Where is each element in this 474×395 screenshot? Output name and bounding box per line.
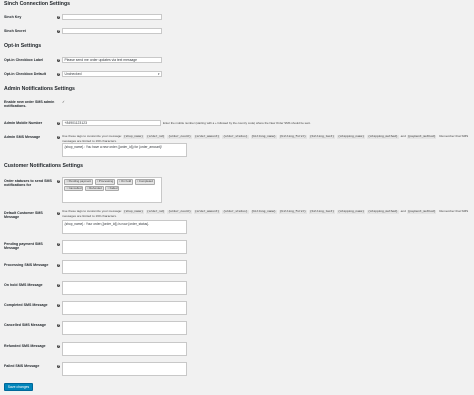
status-chip[interactable]: ×Failed [105,185,120,192]
template-tag: {shipping_name} [337,135,366,139]
help-icon[interactable]: ? [57,121,61,125]
admin-message-label: Admin SMS Message [4,135,41,139]
template-tag: {order_id} [145,210,166,214]
processing-textarea[interactable] [62,260,187,274]
admin-message-help: Use these tags to customize your message… [62,134,470,143]
help-icon[interactable]: ? [57,283,61,287]
optin-label-label: Opt-in Checkbox Label [4,58,44,62]
template-tag: {billing_last} [308,210,336,214]
status-chip-label: On hold [121,179,132,184]
help-icon[interactable]: ? [57,242,61,246]
template-tag: {shipping_method} [367,210,399,214]
optin-label-input[interactable]: Please send me order updates via text me… [62,57,162,63]
completed-textarea[interactable] [62,301,187,315]
save-changes-button[interactable]: Save changes [4,383,33,391]
template-tag: {shop_name} [122,210,144,214]
template-tag: {billing_name} [250,210,277,214]
template-tag: {shop_name} [122,135,144,139]
failed-label: Failed SMS Message [4,364,40,368]
sinch-secret-label: Sinch Secret [4,29,26,33]
status-chip-label: Failed [109,185,118,190]
section-title-customer: Customer Notifications Settings [4,163,83,169]
template-tag: {payment_method} [406,210,437,214]
help-icon[interactable]: ? [57,364,61,368]
status-chip[interactable]: ×On hold [116,179,134,185]
template-tag: {order_count} [167,210,192,214]
admin-enable-checkbox[interactable]: ✓ [62,100,65,104]
admin-enable-label: Enable new order SMS admin notifications… [4,100,55,109]
help-icon[interactable]: ? [57,211,61,215]
template-tag: {shipping_method} [367,135,399,139]
help-icon[interactable]: ? [57,263,61,267]
template-tag: {order_amount} [193,210,221,214]
status-chip-label: Pending payment [68,179,92,184]
template-tag: {payment_method} [406,135,437,139]
status-chip[interactable]: ×Completed [134,179,155,185]
section-title-optin: Opt-in Settings [4,43,42,49]
optin-default-value: Unchecked [64,72,82,76]
sinch-key-input[interactable] [62,14,162,20]
status-chip[interactable]: ×Refunded [85,185,104,192]
help-icon[interactable]: ? [57,72,61,76]
help-icon[interactable]: ? [57,29,61,33]
cancelled-textarea[interactable] [62,321,187,335]
template-tag: {shipping_name} [337,210,366,214]
onhold-textarea[interactable] [62,281,187,295]
failed-textarea[interactable] [62,362,187,376]
status-chip-label: Refunded [89,185,102,190]
template-tag: {order_amount} [193,135,221,139]
section-title-admin: Admin Notifications Settings [4,86,75,92]
pending-textarea[interactable] [62,240,187,254]
processing-label: Processing SMS Message [4,263,49,267]
admin-message-tags: {shop_name} {order_id} {order_count} {order… [122,134,439,139]
refunded-label: Refunded SMS Message [4,344,46,348]
onhold-label: On hold SMS Message [4,283,43,287]
optin-default-label: Opt-in Checkbox Default [4,72,46,76]
admin-mobile-input[interactable]: +84901123123 [62,120,161,126]
cancelled-label: Cancelled SMS Message [4,323,46,327]
help-icon[interactable]: ? [57,179,61,183]
help-icon[interactable]: ? [57,344,61,348]
customer-default-help-prefix: Use these tags to customize your message… [62,209,123,213]
sinch-secret-input[interactable] [62,28,162,34]
status-chip[interactable]: ×Cancelled [64,185,84,192]
customer-default-textarea[interactable]: {shop_name} : Your order ({order_id}) is… [62,220,187,234]
admin-mobile-label: Admin Mobile Number [4,121,43,125]
template-tag: {billing_first} [278,135,307,139]
admin-message-help-prefix: Use these tags to customize your message… [62,134,123,138]
status-chip[interactable]: ×Pending payment [64,179,94,185]
help-icon[interactable]: ? [57,58,61,62]
admin-mobile-hint: Enter the mobile number (starting with a… [163,120,311,125]
pending-label: Pending payment SMS Message [4,242,43,251]
status-chip[interactable]: ×Processing [94,179,116,185]
customer-statuses-select[interactable]: ×Pending payment ×Processing ×On hold ×Comp… [62,177,162,203]
customer-default-label: Default Customer SMS Message [4,211,43,220]
status-chip-label: Cancelled [68,185,82,190]
help-icon[interactable]: ? [57,135,61,139]
template-tag: {order_status} [222,210,249,214]
customer-statuses-label: Order statuses to send SMS notifications… [4,179,52,188]
refunded-textarea[interactable] [62,342,187,356]
help-icon[interactable]: ? [57,15,61,19]
template-tag: {order_id} [145,135,166,139]
template-tag: {order_count} [167,135,192,139]
customer-default-help: Use these tags to customize your message… [62,209,470,218]
completed-label: Completed SMS Message [4,303,48,307]
status-chip-label: Completed [138,179,153,184]
customer-default-tags: {shop_name} {order_id} {order_count} {order… [122,209,439,214]
help-icon[interactable]: ? [57,323,61,327]
optin-default-select[interactable]: Unchecked ▾ [62,71,162,77]
sinch-key-label: Sinch Key [4,15,22,19]
status-chip-label: Processing [98,179,114,184]
section-title-sinch: Sinch Connection Settings [4,1,70,7]
template-tag: {billing_last} [308,135,336,139]
help-icon[interactable]: ? [57,303,61,307]
chevron-down-icon: ▾ [157,72,160,76]
template-tag: {order_status} [222,135,249,139]
template-tag: {billing_first} [278,210,307,214]
template-tag: {billing_name} [250,135,277,139]
admin-message-textarea[interactable]: {shop_name} : You have a new order ({ord… [62,143,187,157]
